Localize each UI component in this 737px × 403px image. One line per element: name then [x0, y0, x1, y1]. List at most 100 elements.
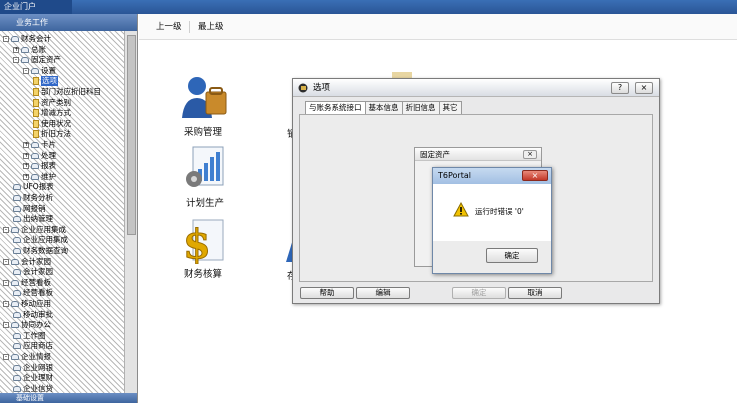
- tab-basic-info[interactable]: 基本信息: [364, 101, 403, 114]
- folder-icon: [31, 142, 39, 148]
- main-toolbar: 上一级 最上级: [139, 14, 737, 40]
- close-icon[interactable]: ×: [523, 150, 537, 159]
- folder-icon: [11, 301, 19, 307]
- collapse-icon[interactable]: -: [3, 36, 9, 42]
- tree-item[interactable]: - 固定资产: [13, 55, 61, 65]
- tree-footer[interactable]: 基础设置: [0, 393, 137, 403]
- purchase-management-label[interactable]: 采购管理: [184, 124, 222, 138]
- navigation-tree-panel: 业务工作 - 财务会计 + 总账 - 固定资产 - 设置 选项 部门对应折旧科目 资产类别 增减方式使…: [0, 14, 138, 403]
- document-icon: [33, 119, 39, 128]
- tree-header[interactable]: 业务工作: [0, 14, 137, 31]
- alert-ok-button[interactable]: 确定: [486, 248, 538, 263]
- tree-item[interactable]: 使用状况: [33, 119, 71, 129]
- help-icon[interactable]: ?: [611, 82, 629, 94]
- document-icon: [33, 130, 39, 139]
- folder-icon: [13, 248, 21, 254]
- tree-item[interactable]: - 企业情报: [3, 352, 51, 362]
- financial-accounting-icon[interactable]: $: [181, 218, 225, 269]
- warning-icon: [453, 202, 469, 217]
- collapse-icon[interactable]: -: [3, 258, 9, 265]
- collapse-icon[interactable]: -: [23, 67, 29, 74]
- production-planning-label[interactable]: 计划生产: [186, 195, 224, 209]
- document-icon: [33, 77, 39, 86]
- help-button[interactable]: 帮助: [300, 287, 354, 299]
- tree-item[interactable]: 财务数据查询: [13, 246, 68, 256]
- tree-item[interactable]: 部门对应折旧科目: [33, 87, 101, 97]
- tree-item[interactable]: 应用商店: [13, 341, 53, 351]
- collapse-icon[interactable]: -: [3, 226, 9, 233]
- collapse-icon[interactable]: -: [3, 301, 9, 307]
- tree-scrollbar-thumb[interactable]: [127, 35, 136, 235]
- tree-scrollbar[interactable]: [124, 31, 137, 393]
- tree-item[interactable]: 选项: [33, 76, 58, 87]
- tree-item[interactable]: 增减方式: [33, 108, 71, 118]
- tree-item[interactable]: UFO报表: [13, 182, 54, 192]
- folder-icon: [31, 67, 39, 74]
- tree-item[interactable]: - 移动应用: [3, 299, 51, 309]
- expand-icon[interactable]: +: [13, 46, 19, 53]
- purchase-management-icon[interactable]: [180, 74, 230, 125]
- folder-icon: [31, 173, 39, 180]
- tree-item[interactable]: - 经营看板: [3, 278, 51, 288]
- top-level-button[interactable]: 最上级: [198, 20, 224, 34]
- collapse-icon[interactable]: -: [3, 279, 9, 286]
- tab-other[interactable]: 其它: [438, 101, 462, 114]
- edit-button[interactable]: 编辑: [356, 287, 410, 299]
- collapse-icon[interactable]: -: [3, 322, 9, 329]
- options-tabs: 与账务系统接口 基本信息 折旧信息 其它: [305, 101, 462, 115]
- close-icon[interactable]: ×: [522, 170, 548, 181]
- tree-item[interactable]: 企业网银: [13, 363, 53, 373]
- financial-accounting-label[interactable]: 财务核算: [184, 266, 222, 280]
- tree-item-label: 网报销: [23, 203, 46, 213]
- tree-item[interactable]: - 企业应用集成: [3, 225, 66, 235]
- expand-icon[interactable]: +: [23, 173, 29, 180]
- ok-button[interactable]: 确定: [452, 287, 506, 299]
- production-planning-icon[interactable]: [183, 145, 227, 194]
- tree-item-label: 卡片: [41, 140, 56, 149]
- window-title-bar: 企业门户: [0, 0, 737, 14]
- tree-item[interactable]: - 设置: [23, 66, 56, 76]
- tree-item[interactable]: 出纳管理: [13, 214, 53, 224]
- tree-item[interactable]: 企业应用集成: [13, 235, 68, 245]
- tree-item-label: 移动应用: [21, 299, 51, 308]
- error-alert-dialog: T6Portal × 运行时错误 '0' 确定: [432, 167, 552, 274]
- folder-icon: [13, 195, 21, 201]
- tree-item[interactable]: 网报销: [13, 204, 46, 214]
- tree-item[interactable]: 工作圈: [13, 331, 46, 341]
- tree-item[interactable]: + 维护: [23, 172, 56, 182]
- options-dialog-title-bar[interactable]: 选项 ? ×: [293, 79, 659, 97]
- tree-item[interactable]: - 协同办公: [3, 320, 51, 330]
- tree-item[interactable]: 企业理财: [13, 373, 53, 383]
- tree-item-label: 资产类别: [41, 97, 71, 107]
- tree-item-label: 选项: [41, 76, 58, 87]
- folder-icon: [13, 269, 21, 276]
- folder-icon: [13, 364, 21, 371]
- tree-item[interactable]: 折旧方法: [33, 129, 71, 139]
- tab-depreciation-info[interactable]: 折旧信息: [401, 101, 440, 114]
- tree-item[interactable]: 财务分析: [13, 193, 53, 203]
- tree-item[interactable]: 资产类别: [33, 98, 71, 108]
- cancel-button[interactable]: 取消: [508, 287, 562, 299]
- collapse-icon[interactable]: -: [3, 354, 9, 360]
- tree-item-label: 总账: [31, 44, 46, 54]
- tree-item[interactable]: + 报表: [23, 161, 56, 171]
- tree-item[interactable]: + 处理: [23, 151, 56, 161]
- expand-icon[interactable]: +: [23, 152, 29, 159]
- up-level-button[interactable]: 上一级: [156, 20, 182, 34]
- folder-icon: [13, 205, 21, 212]
- expand-icon[interactable]: +: [23, 142, 29, 148]
- tree-item[interactable]: 移动审批: [13, 310, 53, 320]
- tab-ledger-interface[interactable]: 与账务系统接口: [305, 101, 366, 115]
- tree-list: - 财务会计 + 总账 - 固定资产 - 设置 选项 部门对应折旧科目 资产类别 增减方式 使用状况 折旧…: [0, 31, 124, 393]
- tree-item[interactable]: - 财务会计: [3, 34, 51, 44]
- folder-icon: [11, 258, 19, 265]
- collapse-icon[interactable]: -: [13, 57, 19, 64]
- folder-icon: [11, 36, 19, 42]
- tree-item[interactable]: - 会计家园: [3, 257, 51, 267]
- tree-item[interactable]: + 总账: [13, 45, 46, 55]
- tree-item[interactable]: + 卡片: [23, 140, 56, 150]
- tree-item[interactable]: 会计家园: [13, 267, 53, 277]
- expand-icon[interactable]: +: [23, 163, 29, 170]
- close-icon[interactable]: ×: [635, 82, 653, 94]
- tree-item[interactable]: 经营看板: [13, 288, 53, 298]
